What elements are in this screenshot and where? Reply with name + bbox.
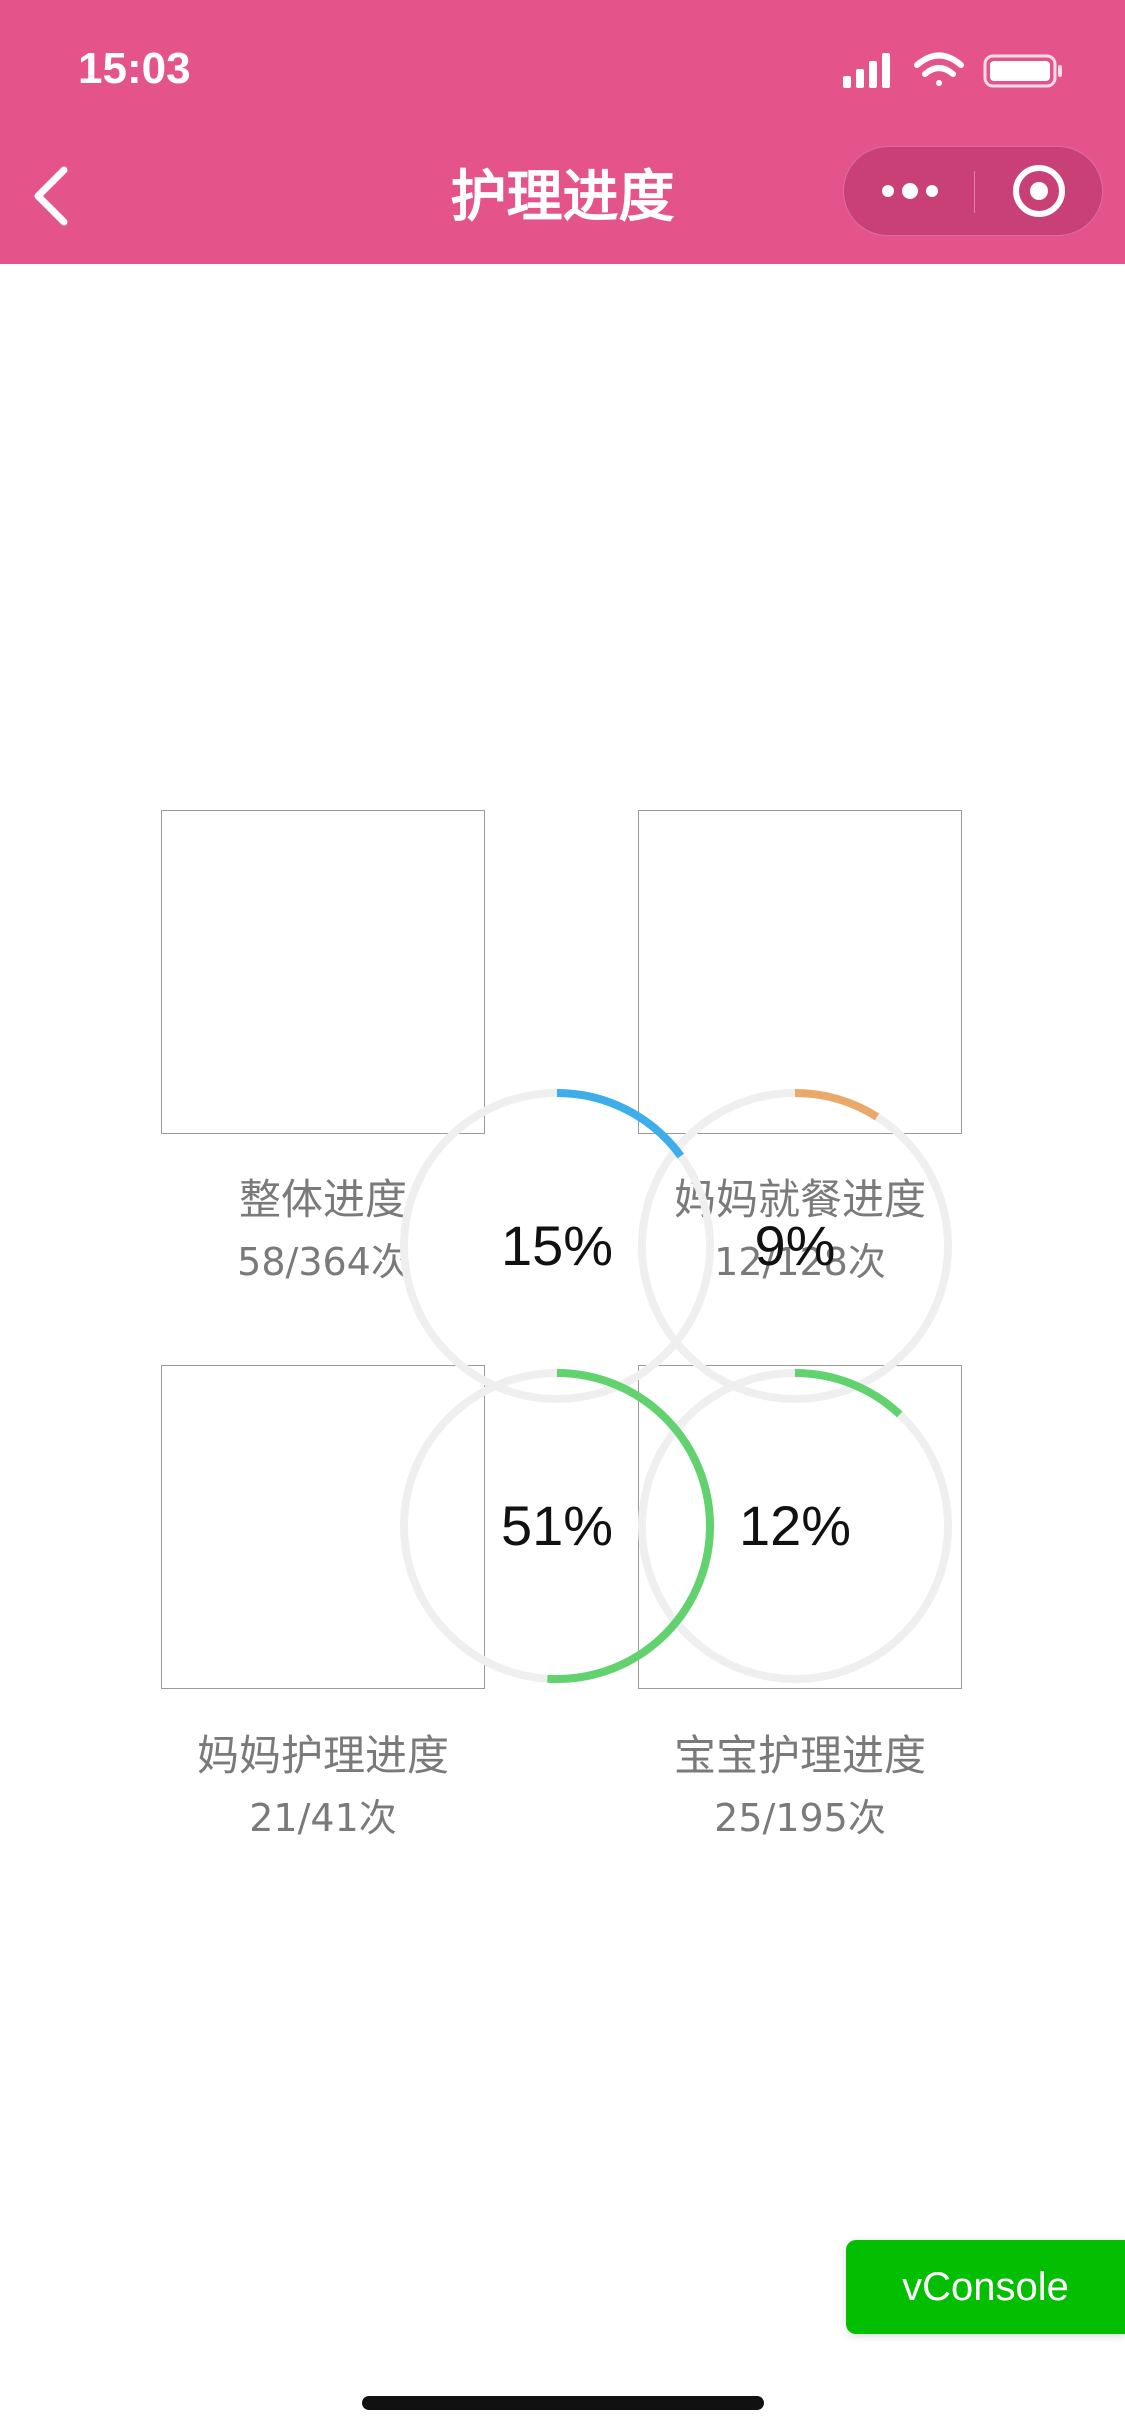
card-label-mom-care: 妈妈护理进度: [196, 1731, 449, 1780]
home-indicator: [362, 2396, 764, 2410]
ring-percent-mom-meal: 9%: [754, 1214, 836, 1277]
card-count-baby-care: 25/195次: [714, 1796, 886, 1840]
status-time: 15:03: [78, 44, 191, 93]
header-bar: 15:03 护理进度: [0, 0, 1125, 264]
more-dots-icon: [882, 183, 938, 199]
screen: 15:03 护理进度 整体进度 58/364次 妈妈就餐进度 12/128次 妈…: [0, 0, 1125, 2436]
card-count-mom-care: 21/41次: [249, 1796, 397, 1840]
more-button[interactable]: [844, 147, 974, 235]
battery-icon: [983, 54, 1062, 88]
mini-program-capsule: [843, 146, 1103, 236]
progress-card-overall: [161, 810, 485, 1134]
chevron-left-icon: [34, 166, 68, 226]
back-button[interactable]: [24, 160, 84, 232]
ring-percent-mom-care: 51%: [500, 1494, 614, 1557]
progress-card-mom-meal: [638, 810, 962, 1134]
target-circle-icon: [1013, 165, 1065, 217]
close-mini-program-button[interactable]: [975, 147, 1103, 235]
vconsole-button[interactable]: vConsole: [846, 2240, 1125, 2334]
ring-percent-baby-care: 12%: [738, 1494, 852, 1557]
status-icons: [843, 52, 1062, 88]
card-label-baby-care: 宝宝护理进度: [673, 1731, 926, 1780]
wifi-icon: [914, 52, 964, 86]
cellular-signal-icon: [843, 53, 890, 88]
ring-percent-overall: 15%: [500, 1214, 614, 1277]
